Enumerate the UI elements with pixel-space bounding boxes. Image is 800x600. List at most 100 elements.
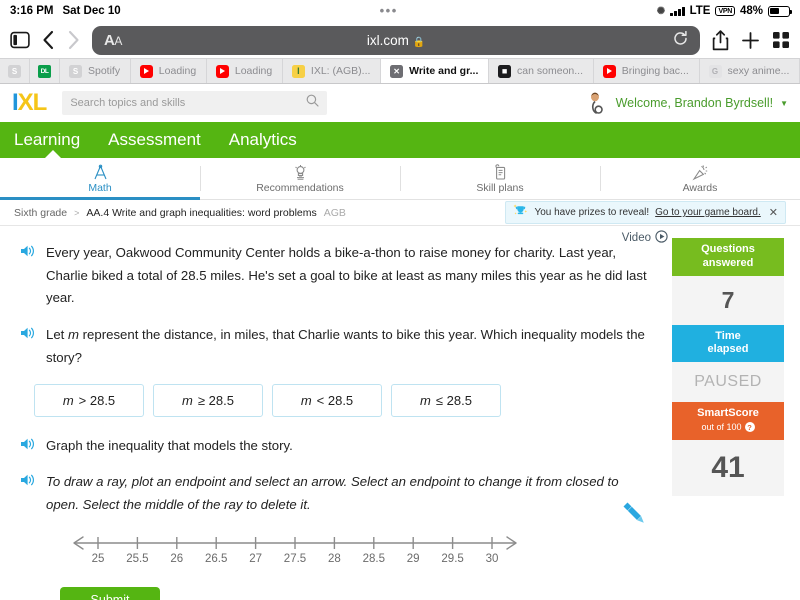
browser-tab[interactable]: Loading bbox=[207, 59, 283, 83]
tab-skill-plans[interactable]: Skill plans bbox=[400, 158, 600, 199]
score-title-line1: SmartScore bbox=[697, 407, 759, 419]
chevron-down-icon[interactable]: ▼ bbox=[780, 99, 788, 108]
share-icon[interactable] bbox=[712, 29, 729, 51]
breadcrumb-separator: > bbox=[74, 207, 80, 218]
tick-label: 26.5 bbox=[204, 552, 228, 565]
tick-label: 29.5 bbox=[441, 552, 464, 565]
choice-variable: m bbox=[62, 392, 74, 408]
choice-variable: m bbox=[300, 392, 312, 408]
breadcrumb-grade[interactable]: Sixth grade bbox=[14, 207, 67, 219]
status-bar-left: 3:16 PM Sat Dec 10 bbox=[10, 5, 121, 17]
speaker-icon[interactable] bbox=[20, 437, 36, 458]
address-bar[interactable]: AA ixl.com 🔒 bbox=[92, 25, 700, 55]
search-input[interactable] bbox=[70, 97, 307, 109]
tab-label: Skill plans bbox=[476, 181, 524, 194]
answer-choice-4[interactable]: m ≤ 28.5 bbox=[391, 383, 501, 417]
ixl-logo[interactable]: I XL bbox=[12, 89, 48, 116]
score-subtitle: out of 100? bbox=[701, 422, 755, 433]
party-popper-icon bbox=[691, 164, 709, 181]
question-paragraph-2-row: Let m represent the distance, in miles, … bbox=[20, 324, 654, 369]
speaker-icon[interactable] bbox=[20, 326, 36, 369]
score-panel: Questions answered 7 Time elapsed PAUSED Smart… bbox=[672, 226, 784, 598]
browser-tab[interactable]: S bbox=[0, 59, 30, 83]
site-header: I XL Welcome, Brandon Byrdsell! ▼ bbox=[0, 84, 800, 122]
browser-tab[interactable]: Gsexy anime... bbox=[700, 59, 800, 83]
nav-item-learning[interactable]: Learning bbox=[14, 130, 80, 150]
browser-tab-label: Write and gr... bbox=[409, 65, 479, 77]
tick-label: 27 bbox=[249, 552, 262, 565]
browser-tab[interactable]: ✕ Write and gr... bbox=[381, 59, 490, 83]
browser-toolbar: AA ixl.com 🔒 bbox=[0, 22, 800, 58]
browser-tab[interactable]: S Spotify bbox=[60, 59, 131, 83]
speaker-icon[interactable] bbox=[20, 473, 36, 516]
close-icon[interactable]: ✕ bbox=[769, 206, 778, 219]
score-header-smartscore: SmartScore out of 100? bbox=[672, 402, 784, 440]
lightbulb-icon bbox=[292, 164, 309, 181]
prize-text: You have prizes to reveal! bbox=[534, 207, 650, 218]
tab-recommendations[interactable]: Recommendations bbox=[200, 158, 400, 199]
signal-bars-icon bbox=[670, 6, 685, 16]
browser-tab-label: IXL: (AGB)... bbox=[310, 65, 371, 77]
play-circle-icon[interactable] bbox=[655, 230, 668, 246]
logo-xl: XL bbox=[17, 89, 48, 116]
browser-tab-strip: S DL S Spotify Loading Loading I IXL: (AGB)... ✕… bbox=[0, 58, 800, 84]
nav-item-analytics[interactable]: Analytics bbox=[229, 130, 297, 150]
answer-choice-1[interactable]: m > 28.5 bbox=[34, 383, 144, 417]
breadcrumb-code: AGB bbox=[323, 206, 346, 219]
browser-tab-label: Loading bbox=[158, 65, 197, 77]
nav-item-assessment[interactable]: Assessment bbox=[108, 130, 201, 150]
tick-label: 29 bbox=[406, 552, 420, 565]
vpn-badge: VPN bbox=[715, 6, 735, 16]
battery-percent: 48% bbox=[739, 5, 763, 17]
score-header-time-elapsed: Time elapsed bbox=[672, 324, 784, 362]
tick-label: 25 bbox=[91, 552, 105, 565]
score-title-line2: elapsed bbox=[707, 343, 749, 356]
welcome-text[interactable]: Welcome, Brandon Byrdsell! bbox=[616, 96, 773, 110]
tool-instruction-row: To draw a ray, plot an endpoint and sele… bbox=[20, 471, 654, 516]
tick-label: 25.5 bbox=[126, 552, 149, 565]
score-title-line2: answered bbox=[702, 256, 754, 269]
video-button[interactable]: Video bbox=[622, 230, 668, 246]
tab-overview-icon[interactable] bbox=[772, 31, 790, 49]
battery-icon bbox=[768, 5, 793, 17]
answer-choice-2[interactable]: m ≥ 28.5 bbox=[153, 383, 263, 417]
back-icon[interactable] bbox=[42, 30, 55, 50]
game-board-link[interactable]: Go to your game board. bbox=[655, 207, 761, 218]
trophy-icon bbox=[513, 204, 528, 221]
browser-tab[interactable]: Loading bbox=[131, 59, 207, 83]
p2-variable: m bbox=[68, 327, 79, 343]
sub-nav-tabs: Math Recommendations Skill plans Awards bbox=[0, 158, 800, 200]
question-paragraph-1-row: Every year, Oakwood Community Center hol… bbox=[20, 242, 654, 310]
tick-label: 26 bbox=[170, 552, 184, 565]
search-icon[interactable] bbox=[306, 94, 319, 112]
browser-tab[interactable]: ■ can someon... bbox=[489, 59, 594, 83]
header-user-area[interactable]: Welcome, Brandon Byrdsell! ▼ bbox=[585, 91, 788, 115]
search-box[interactable] bbox=[62, 91, 328, 115]
browser-tab[interactable]: Bringing bac... bbox=[594, 59, 700, 83]
lock-icon: 🔒 bbox=[412, 36, 426, 48]
tick-label: 27.5 bbox=[283, 552, 307, 565]
tab-awards[interactable]: Awards bbox=[600, 158, 800, 199]
breadcrumb: Sixth grade > AA.4 Write and graph inequ… bbox=[0, 200, 800, 226]
help-icon[interactable]: ? bbox=[744, 422, 755, 433]
avatar bbox=[585, 91, 609, 115]
browser-tab[interactable]: I IXL: (AGB)... bbox=[283, 59, 382, 83]
s-icon: S bbox=[8, 64, 21, 78]
browser-tab[interactable]: DL bbox=[30, 59, 60, 83]
sidebar-toggle-icon[interactable] bbox=[10, 31, 30, 49]
choice-relation: ≤ 28.5 bbox=[435, 392, 472, 408]
speaker-icon[interactable] bbox=[20, 244, 36, 310]
number-line-graph[interactable]: 25 25.5 26 26.5 27 27.5 28 28.5 29 29.5 30 bbox=[60, 531, 530, 577]
tab-math[interactable]: Math bbox=[0, 158, 200, 200]
number-line-svg[interactable] bbox=[60, 531, 530, 555]
x-icon: ✕ bbox=[390, 64, 404, 78]
choice-relation: ≥ 28.5 bbox=[197, 392, 234, 408]
new-tab-icon[interactable] bbox=[741, 31, 760, 50]
reload-icon[interactable] bbox=[673, 30, 688, 49]
submit-button[interactable]: Submit bbox=[60, 586, 160, 600]
text-size-button[interactable]: AA bbox=[104, 32, 122, 49]
answer-choice-3[interactable]: m < 28.5 bbox=[272, 383, 382, 417]
score-title-line1: Time bbox=[715, 329, 741, 342]
main-content: Every year, Oakwood Community Center hol… bbox=[0, 226, 800, 600]
pencil-icon[interactable] bbox=[618, 497, 648, 532]
